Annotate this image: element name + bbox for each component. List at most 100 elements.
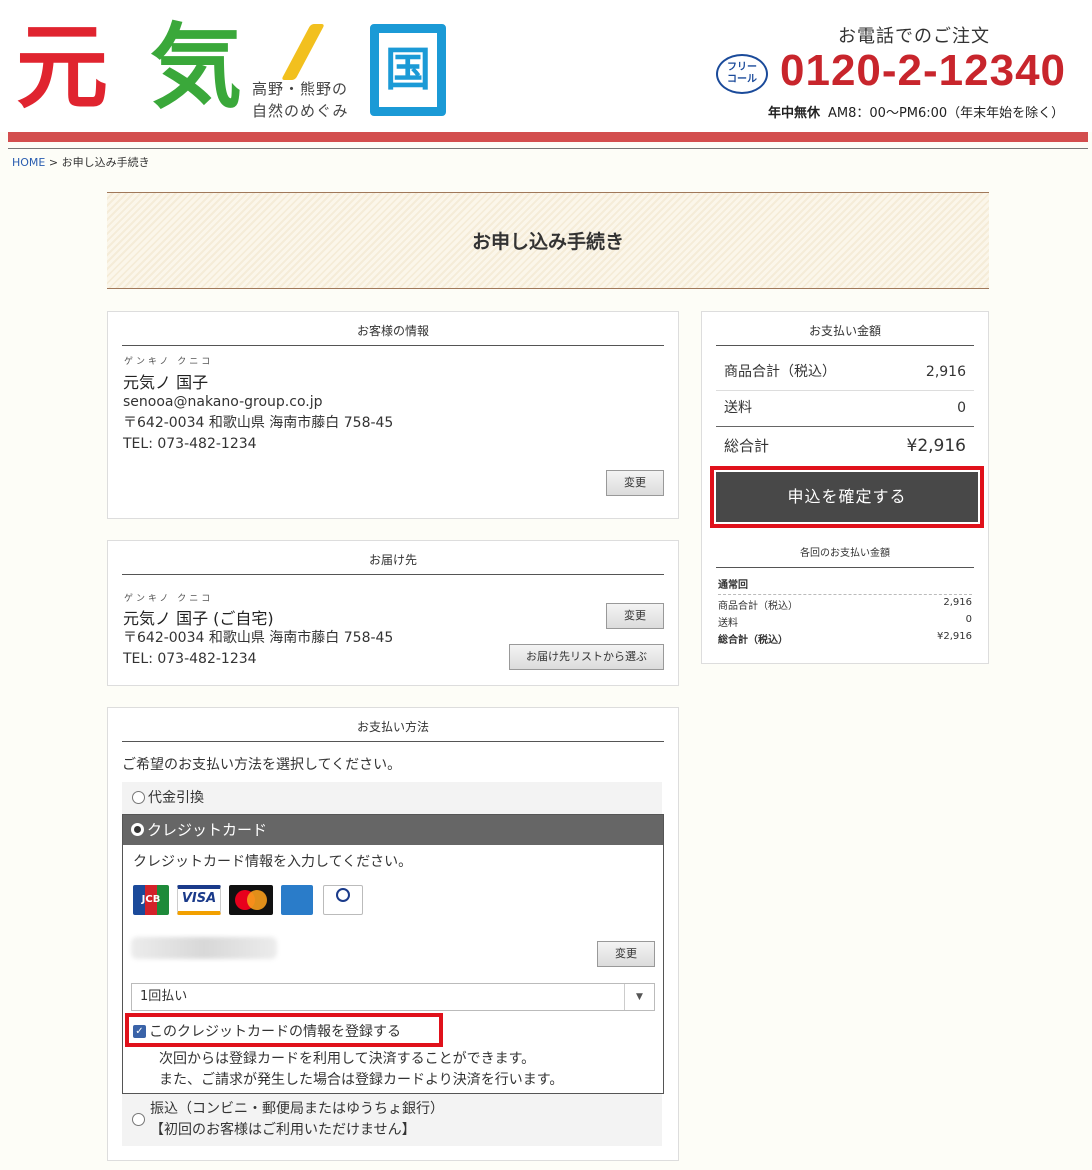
mastercard-orange-circle	[247, 890, 267, 910]
credit-prompt: クレジットカード情報を入力してください。	[133, 854, 413, 870]
diners-logo-icon	[323, 885, 363, 915]
regular-total-value: ¥2,916	[937, 631, 972, 642]
per-time-heading: 各回のお支払い金額	[716, 546, 974, 568]
payment-option-cod[interactable]: 代金引換	[122, 782, 662, 814]
business-days: 年中無休	[768, 106, 821, 121]
regular-shipping-value: 0	[965, 614, 972, 625]
save-card-note: 次回からは登録カードを利用して決済することができます。 また、ご請求が発生した場…	[159, 1049, 563, 1091]
site-logo[interactable]: 元 気 高野・熊野の 自然のめぐみ 国	[16, 14, 456, 122]
logo-char-gen: 元	[16, 14, 109, 121]
breadcrumb-separator: >	[45, 156, 62, 169]
payment-method-panel: お支払い方法 ご希望のお支払い方法を選択してください。 代金引換 クレジットカー…	[107, 707, 679, 1161]
delivery-heading: お届け先	[122, 551, 664, 575]
credit-radio[interactable]	[131, 823, 144, 836]
cod-radio[interactable]	[132, 790, 145, 804]
transfer-label-line1: 振込（コンビニ・郵便局またはゆうちょ銀行）	[150, 1101, 444, 1117]
regular-total-label: 総合計（税込）	[718, 635, 788, 646]
save-card-highlight: ✓ このクレジットカードの情報を登録する	[125, 1013, 443, 1047]
regular-total-row: 総合計（税込） ¥2,916	[718, 631, 972, 646]
summary-subtotal-row: 商品合計（税込） 2,916	[716, 354, 974, 390]
logo-subtitle: 高野・熊野の 自然のめぐみ	[252, 78, 348, 122]
cod-label: 代金引換	[148, 790, 204, 806]
save-card-note-line1: 次回からは登録カードを利用して決済することができます。	[159, 1051, 536, 1067]
confirm-order-button[interactable]: 申込を確定する	[716, 472, 978, 522]
save-card-checkbox[interactable]: ✓	[133, 1024, 146, 1038]
logo-char-kuni: 国	[370, 24, 446, 116]
logo-char-ki: 気	[150, 14, 243, 121]
delivery-name-kana: ゲンキノ クニコ	[124, 594, 214, 604]
regular-shipping-label: 送料	[718, 618, 738, 629]
payment-intro: ご希望のお支払い方法を選択してください。	[122, 757, 402, 773]
regular-subtotal-label: 商品合計（税込）	[718, 601, 798, 612]
credit-card-section: クレジットカード クレジットカード情報を入力してください。 JCB VISA 変…	[122, 814, 664, 1094]
jcb-logo-icon: JCB	[133, 885, 169, 915]
summary-shipping-label: 送料	[724, 400, 752, 416]
transfer-label-line2: 【初回のお客様はご利用いただけません】	[150, 1122, 416, 1138]
delivery-name: 元気ノ 国子 (ご自宅)	[123, 609, 274, 628]
customer-address: 〒642-0034 和歌山県 海南市藤白 758-45	[123, 415, 394, 431]
regular-label: 通常回	[718, 576, 972, 595]
delivery-list-button[interactable]: お届け先リストから選ぶ	[509, 644, 664, 670]
delivery-address: 〒642-0034 和歌山県 海南市藤白 758-45	[123, 630, 394, 646]
regular-shipping-row: 送料 0	[718, 614, 972, 629]
breadcrumb-home-link[interactable]: HOME	[12, 156, 45, 169]
customer-info-panel: お客様の情報 ゲンキノ クニコ 元気ノ 国子 senooa@nakano-gro…	[107, 311, 679, 519]
payment-heading: お支払い方法	[122, 718, 664, 742]
summary-total-divider	[716, 426, 974, 427]
breadcrumb-divider	[8, 148, 1088, 149]
credit-label: クレジットカード	[147, 821, 268, 839]
freecall-icon-line2: コール	[727, 74, 757, 85]
customer-email: senooa@nakano-group.co.jp	[123, 394, 323, 410]
save-card-checkbox-row[interactable]: ✓ このクレジットカードの情報を登録する	[133, 1021, 401, 1041]
installment-select[interactable]: 1回払い ▼	[131, 983, 655, 1011]
save-card-label: このクレジットカードの情報を登録する	[149, 1024, 401, 1040]
logo-slash-mark	[281, 24, 325, 80]
page-title-band: お申し込み手続き	[107, 192, 989, 289]
customer-name-kana: ゲンキノ クニコ	[124, 357, 214, 367]
summary-shipping-row: 送料 0	[716, 390, 974, 426]
business-time: AM8：00〜PM6:00（年末年始を除く）	[828, 106, 1065, 121]
card-change-button[interactable]: 変更	[597, 941, 655, 967]
visa-logo-icon: VISA	[177, 885, 221, 915]
confirm-button-highlight: 申込を確定する	[710, 466, 984, 528]
summary-heading: お支払い金額	[716, 322, 974, 346]
phone-caption: お電話でのご注文	[838, 26, 990, 47]
summary-total-value: ¥2,916	[906, 436, 966, 456]
breadcrumb-current: お申し込み手続き	[61, 156, 150, 169]
customer-change-button[interactable]: 変更	[606, 470, 664, 496]
amex-logo-icon	[281, 885, 313, 915]
freecall-icon-line1: フリー	[727, 62, 757, 73]
transfer-label: 振込（コンビニ・郵便局またはゆうちょ銀行） 【初回のお客様はご利用いただけません…	[150, 1099, 444, 1141]
summary-shipping-value: 0	[957, 400, 966, 416]
business-hours: 年中無休 AM8：00〜PM6:00（年末年始を除く）	[768, 102, 1064, 121]
delivery-panel: お届け先 ゲンキノ クニコ 元気ノ 国子 (ご自宅) 〒642-0034 和歌山…	[107, 540, 679, 686]
breadcrumb: HOME > お申し込み手続き	[12, 154, 150, 170]
regular-subtotal-row: 商品合計（税込） 2,916	[718, 597, 972, 612]
save-card-note-line2: また、ご請求が発生した場合は登録カードより決済を行います。	[159, 1072, 564, 1088]
delivery-change-button[interactable]: 変更	[606, 603, 664, 629]
chevron-down-icon[interactable]: ▼	[624, 984, 654, 1010]
customer-name: 元気ノ 国子	[123, 373, 209, 392]
payment-option-transfer[interactable]: 振込（コンビニ・郵便局またはゆうちょ銀行） 【初回のお客様はご利用いただけません…	[122, 1094, 662, 1146]
payment-summary-panel: お支払い金額 商品合計（税込） 2,916 送料 0 総合計 ¥2,916 申込…	[701, 311, 989, 664]
regular-label-text: 通常回	[718, 580, 748, 591]
phone-order-box: お電話でのご注文 フリー コール 0120-2-12340 年中無休 AM8：00…	[716, 22, 1076, 122]
header-accent-bar	[8, 132, 1088, 142]
summary-total-label: 総合計	[724, 437, 770, 455]
customer-tel: TEL: 073-482-1234	[123, 436, 257, 452]
phone-number[interactable]: 0120-2-12340	[780, 46, 1066, 96]
summary-subtotal-value: 2,916	[925, 364, 966, 380]
summary-total-row: 総合計 ¥2,916	[716, 428, 974, 464]
freecall-icon: フリー コール	[716, 54, 768, 94]
page-title: お申し込み手続き	[471, 231, 624, 253]
mastercard-logo-icon	[229, 885, 273, 915]
logo-subtitle-line1: 高野・熊野の	[252, 80, 349, 98]
transfer-radio[interactable]	[132, 1113, 145, 1126]
delivery-tel: TEL: 073-482-1234	[123, 651, 257, 667]
masked-card-number	[131, 937, 277, 959]
site-header: 元 気 高野・熊野の 自然のめぐみ 国 お電話でのご注文 フリー コール 012…	[0, 0, 1092, 132]
summary-subtotal-label: 商品合計（税込）	[724, 364, 836, 380]
logo-subtitle-line2: 自然のめぐみ	[252, 102, 349, 120]
payment-option-credit[interactable]: クレジットカード	[123, 815, 663, 845]
customer-info-heading: お客様の情報	[122, 322, 664, 346]
